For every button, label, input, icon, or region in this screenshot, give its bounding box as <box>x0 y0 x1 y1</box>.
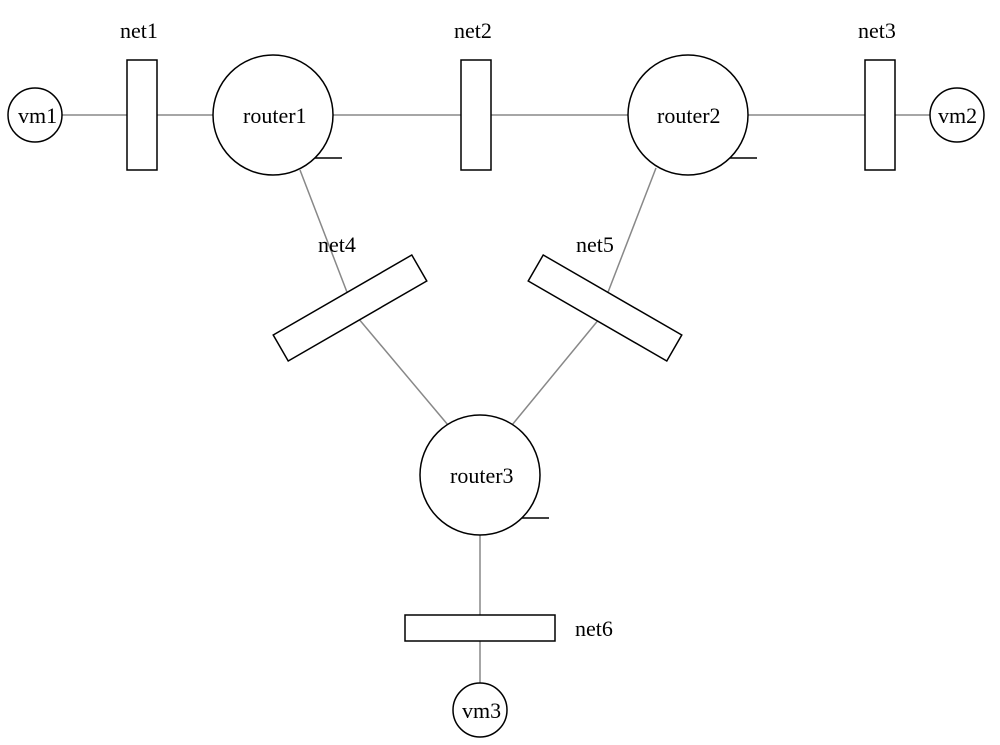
label-net5: net5 <box>576 232 614 258</box>
label-router1: router1 <box>243 103 307 129</box>
label-net3: net3 <box>858 18 896 44</box>
label-vm2: vm2 <box>938 103 977 129</box>
label-net1: net1 <box>120 18 158 44</box>
node-net1 <box>127 60 157 170</box>
node-net6 <box>405 615 555 641</box>
label-vm3: vm3 <box>462 698 501 724</box>
node-net5 <box>528 255 682 361</box>
edges-group <box>62 115 930 683</box>
label-net2: net2 <box>454 18 492 44</box>
network-topology-diagram: vm1 vm2 vm3 router1 router2 router3 net1… <box>0 0 1000 745</box>
node-net4 <box>273 255 427 361</box>
label-vm1: vm1 <box>18 103 57 129</box>
label-net6: net6 <box>575 616 613 642</box>
label-net4: net4 <box>318 232 356 258</box>
node-net3 <box>865 60 895 170</box>
edge-net5-router3 <box>512 318 600 425</box>
edge-net4-router3 <box>358 318 448 425</box>
label-router3: router3 <box>450 463 514 489</box>
diagram-svg <box>0 0 1000 745</box>
label-router2: router2 <box>657 103 721 129</box>
node-net2 <box>461 60 491 170</box>
